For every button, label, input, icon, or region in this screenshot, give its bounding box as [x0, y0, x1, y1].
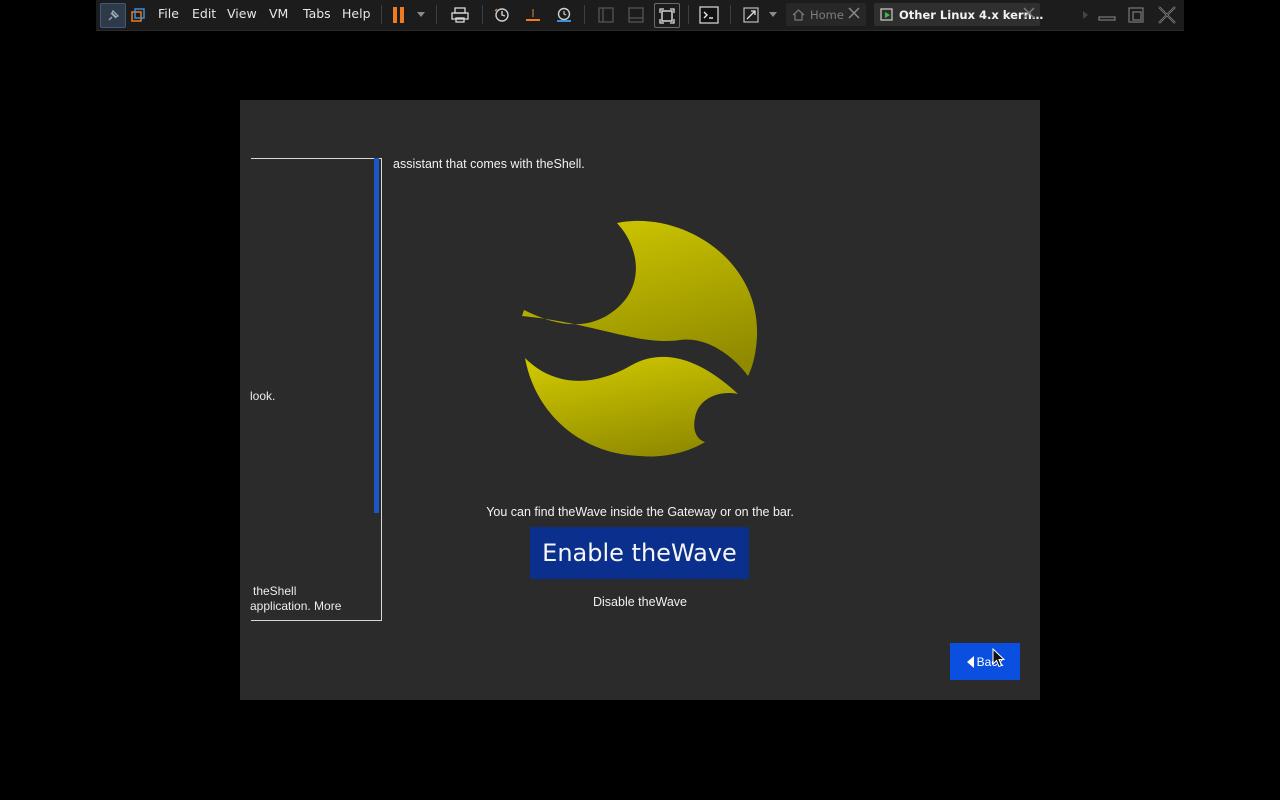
- back-button[interactable]: Back: [950, 643, 1020, 680]
- toolbar-separator: [688, 5, 689, 24]
- thumbnail-view-icon[interactable]: [626, 3, 646, 26]
- toolbar-separator: [436, 5, 437, 24]
- mouse-cursor-icon: [992, 648, 1005, 668]
- thewave-logo: [522, 220, 758, 457]
- back-arrow-icon: [966, 655, 974, 668]
- restore-icon[interactable]: [1126, 3, 1146, 26]
- toolbar-separator: [381, 5, 382, 24]
- vm-icon: [880, 7, 894, 22]
- fullscreen-icon[interactable]: [741, 3, 761, 26]
- menu-view[interactable]: View: [227, 0, 257, 30]
- disable-thewave-link[interactable]: Disable theWave: [240, 595, 1040, 609]
- terminal-icon[interactable]: [698, 3, 720, 26]
- revert-snapshot-icon[interactable]: [523, 3, 543, 26]
- guest-display[interactable]: look. theShell application. More assista…: [240, 100, 1040, 700]
- pin-icon[interactable]: [100, 3, 126, 28]
- close-icon[interactable]: [1023, 7, 1035, 22]
- send-keys-icon[interactable]: [450, 3, 470, 26]
- toolbar-separator: [730, 5, 731, 24]
- tab-vm[interactable]: Other Linux 4.x kern…: [874, 3, 1044, 26]
- menu-file[interactable]: File: [158, 0, 179, 30]
- close-icon[interactable]: [1156, 3, 1178, 26]
- snapshot-manager-icon[interactable]: [554, 3, 574, 26]
- close-icon[interactable]: [848, 7, 860, 22]
- find-hint-text: You can find theWave inside the Gateway …: [486, 505, 794, 519]
- menu-vm[interactable]: VM: [269, 0, 288, 30]
- fit-guest-icon[interactable]: [654, 3, 680, 28]
- chevron-down-icon[interactable]: [414, 3, 428, 26]
- vmware-toolbar: File Edit View VM Tabs Help Home Other L…: [96, 0, 1184, 31]
- console-view-icon[interactable]: [596, 3, 616, 26]
- menu-tabs[interactable]: Tabs: [303, 0, 331, 30]
- library-icon[interactable]: [128, 3, 148, 26]
- pause-icon[interactable]: [390, 3, 408, 26]
- intro-text: assistant that comes with theShell.: [393, 157, 585, 171]
- minimize-icon[interactable]: [1097, 3, 1117, 26]
- toolbar-separator: [584, 5, 585, 24]
- chevron-down-icon[interactable]: [766, 3, 780, 26]
- snapshot-icon[interactable]: [492, 3, 512, 26]
- side-panel-text: look.: [250, 389, 276, 403]
- home-icon: [792, 8, 805, 21]
- toolbar-separator: [482, 5, 483, 24]
- enable-thewave-button[interactable]: Enable theWave: [530, 527, 749, 579]
- tab-label: Home: [810, 7, 844, 22]
- menu-help[interactable]: Help: [342, 0, 371, 30]
- tab-label: Other Linux 4.x kern…: [899, 7, 1044, 22]
- scrollbar[interactable]: [374, 158, 379, 513]
- tab-home[interactable]: Home: [786, 3, 866, 26]
- chevron-right-icon[interactable]: [1080, 3, 1090, 26]
- menu-edit[interactable]: Edit: [192, 0, 216, 30]
